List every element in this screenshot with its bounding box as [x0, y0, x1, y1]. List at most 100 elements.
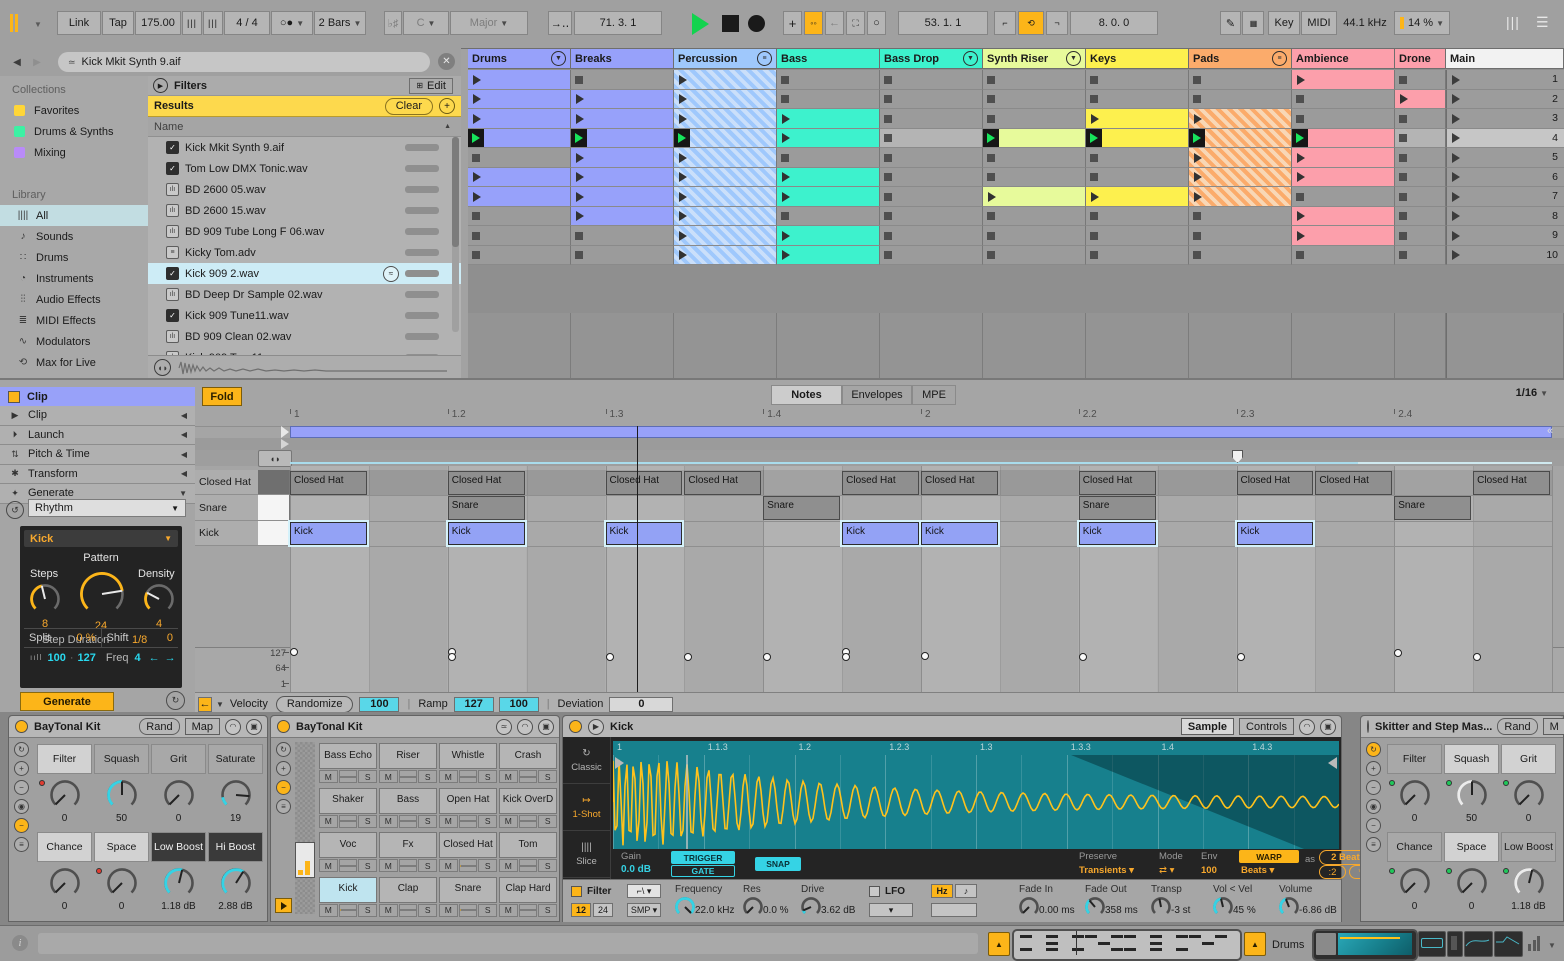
clip-slot[interactable]	[983, 167, 1086, 187]
track-header[interactable]: Drums ▼	[468, 48, 571, 69]
save-preset-icon[interactable]: ▣	[538, 718, 554, 735]
groove-amount-button[interactable]: ○● ▼	[271, 11, 313, 35]
velocity-marker[interactable]	[842, 652, 851, 661]
pad-solo-button[interactable]: S	[538, 903, 558, 917]
res-value[interactable]: 0.0 %	[763, 905, 789, 916]
pad-mute-button[interactable]: M	[499, 903, 518, 917]
show-devices-icon[interactable]: ◉	[1366, 799, 1381, 814]
velocity-marker[interactable]	[290, 647, 298, 656]
res-knob[interactable]	[741, 895, 765, 922]
file-row[interactable]: ılı BD 2600 05.wav	[148, 179, 461, 200]
scene-launch-icon[interactable]	[1452, 113, 1460, 124]
scale-menu[interactable]: Major ▼	[450, 11, 528, 35]
pad-play-button[interactable]	[398, 903, 418, 917]
randomize-amount-value[interactable]: 100	[359, 696, 400, 712]
velocity-marker[interactable]	[1236, 652, 1245, 661]
clip-slot[interactable]	[674, 89, 777, 109]
drum-pad-riser[interactable]: Riser M S	[379, 743, 438, 784]
black-key[interactable]	[258, 470, 290, 496]
clip-slot[interactable]	[674, 206, 777, 226]
scene-row[interactable]: 2	[1446, 89, 1564, 109]
scene-row[interactable]: 5	[1446, 148, 1564, 168]
drum-pad-whistle[interactable]: Whistle M S	[439, 743, 498, 784]
macro-value[interactable]: 0	[151, 813, 206, 824]
clip-slot[interactable]	[983, 187, 1086, 207]
pad-play-button[interactable]	[338, 859, 358, 872]
scene-row[interactable]: 3	[1446, 109, 1564, 129]
clip-stop-button[interactable]	[884, 153, 892, 162]
file-row[interactable]: ılı BD 909 Tube Long F 06.wav	[148, 221, 461, 242]
mode-classic[interactable]: ↻ Classic	[563, 737, 610, 784]
clip-slot[interactable]	[777, 148, 880, 168]
pad-preview-button[interactable]	[275, 898, 292, 913]
clip-slot[interactable]	[1189, 245, 1292, 265]
pad-solo-button[interactable]: S	[538, 859, 558, 872]
hz-button[interactable]: Hz	[931, 884, 953, 898]
drum-pad-voc[interactable]: Voc M S	[319, 832, 378, 873]
clip-launch-icon[interactable]	[576, 172, 584, 182]
scene-row[interactable]: 9	[1446, 226, 1564, 246]
warp-beats-menu[interactable]: Beats ▾	[1241, 865, 1274, 876]
filters-row[interactable]: ▶ Filters ⊞ Edit	[148, 76, 461, 96]
macro-knob[interactable]	[151, 866, 206, 903]
freq-right-arrow-icon[interactable]: →	[165, 652, 176, 664]
playing-clip[interactable]	[1086, 128, 1188, 147]
clip-stop-button[interactable]	[1399, 212, 1407, 220]
clip-launch-icon[interactable]	[1091, 191, 1099, 202]
clip-stop-button[interactable]	[884, 95, 892, 103]
clip-slot[interactable]	[983, 245, 1086, 265]
scene-launch-icon[interactable]	[1452, 152, 1460, 163]
clip-slot[interactable]	[1395, 70, 1446, 90]
clip-slot[interactable]	[468, 206, 571, 226]
pad-name[interactable]: Shaker	[319, 787, 377, 814]
punch-in-button[interactable]: ⌐	[994, 11, 1016, 35]
clip[interactable]	[674, 245, 776, 264]
pad-mute-button[interactable]: M	[499, 770, 518, 783]
midi-note[interactable]: Closed Hat	[842, 471, 919, 495]
preview-play-icon[interactable]: ▶	[588, 718, 604, 735]
note-grid-area[interactable]: Closed Hat Snare Kick Closed Hat Closed Hat C…	[195, 466, 1564, 692]
clip[interactable]	[468, 89, 570, 108]
scrub-area[interactable]: ◖◗	[195, 450, 1564, 467]
drum-pad-tom[interactable]: Tom M S	[499, 832, 558, 873]
pad-solo-button[interactable]: S	[358, 814, 378, 828]
file-row[interactable]: ılıKick 909 Tun 11.wav	[148, 347, 461, 355]
filter-shape-menu[interactable]: ⌐\ ▾	[627, 884, 661, 898]
pad-mute-button[interactable]: M	[439, 859, 458, 872]
pad-mute-button[interactable]: M	[379, 814, 398, 828]
waveform-display[interactable]: 1 1.1.3 1.2 1.2.3 1.3 1.3.3 1.4 1.4.3	[613, 741, 1339, 849]
loop-brace[interactable]	[290, 426, 1552, 438]
clip-stop-button[interactable]	[781, 95, 789, 103]
clip[interactable]	[571, 89, 673, 108]
clip-launch-icon[interactable]	[1194, 191, 1202, 202]
chevron-left-icon[interactable]: ◀	[181, 469, 187, 478]
clip-slot[interactable]	[1189, 226, 1292, 246]
midi-note[interactable]: Kick	[842, 521, 919, 546]
play-button[interactable]	[692, 13, 709, 35]
clip-overview-toggle[interactable]: ▲	[988, 932, 1010, 956]
white-key[interactable]	[258, 495, 290, 521]
browser-back-button[interactable]: ◀	[8, 53, 26, 71]
tap-tempo-button[interactable]: Tap	[102, 11, 134, 35]
clip-slot[interactable]	[1086, 187, 1189, 207]
menu-circle-icon[interactable]: ≡	[1272, 51, 1287, 66]
clip-slot[interactable]	[880, 226, 983, 246]
device-thumb-1[interactable]	[1418, 931, 1446, 957]
scene-launch-icon[interactable]	[1452, 191, 1460, 202]
loop-start-field[interactable]: 53. 1. 1	[898, 11, 988, 35]
clip-launch-icon[interactable]	[988, 191, 996, 202]
clip-launch-icon[interactable]	[473, 94, 481, 104]
clip-stop-button[interactable]	[1296, 114, 1304, 123]
clip[interactable]	[674, 89, 776, 108]
clear-filters-button[interactable]: Clear	[384, 97, 433, 115]
sidebar-item-modulators[interactable]: ∿ Modulators	[0, 331, 148, 352]
clip[interactable]	[674, 187, 776, 206]
clip-launch-icon[interactable]	[679, 211, 687, 221]
clip-slot[interactable]	[674, 226, 777, 246]
clip-slot[interactable]	[1086, 128, 1189, 148]
sidebar-item-midi-effects[interactable]: ≣ MIDI Effects	[0, 310, 148, 331]
loop-start-marker[interactable]	[281, 426, 289, 438]
macro-knob[interactable]	[94, 778, 149, 815]
clip[interactable]	[777, 109, 879, 128]
clip-slot[interactable]	[983, 89, 1086, 109]
